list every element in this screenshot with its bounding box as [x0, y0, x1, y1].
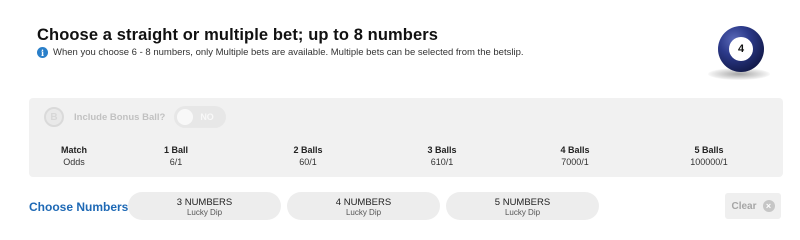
lottery-ball-icon: 4	[704, 24, 776, 84]
odds-panel: B Include Bonus Ball? NO Match Odds 1 Ba…	[29, 98, 783, 177]
odds-column-4-balls: 4 Balls 7000/1	[535, 145, 615, 167]
odds-head: 3 Balls	[427, 145, 457, 155]
odds-head: Match	[60, 145, 87, 155]
clear-button[interactable]: Clear ×	[725, 193, 781, 219]
odds-value: 7000/1	[561, 157, 589, 167]
odds-value: 60/1	[299, 157, 317, 167]
info-text: When you choose 6 - 8 numbers, only Mult…	[53, 47, 524, 58]
odds-column-2-balls: 2 Balls 60/1	[268, 145, 348, 167]
bonus-ball-label: Include Bonus Ball?	[74, 111, 166, 123]
odds-head: 4 Balls	[560, 145, 590, 155]
button-sub-label: Lucky Dip	[186, 208, 223, 217]
choose-numbers-label: Choose Numbers	[29, 200, 129, 214]
odds-column-1-ball: 1 Ball 6/1	[136, 145, 216, 167]
clear-label: Clear	[731, 200, 757, 212]
lucky-dip-4-numbers-button[interactable]: 4 NUMBERS Lucky Dip	[287, 192, 440, 220]
odds-value: 610/1	[430, 157, 454, 167]
toggle-text: NO	[200, 112, 214, 122]
odds-column-3-balls: 3 Balls 610/1	[402, 145, 482, 167]
bonus-ball-toggle[interactable]: NO	[174, 106, 227, 128]
odds-head: 1 Ball	[163, 145, 188, 155]
toggle-knob	[177, 109, 194, 125]
odds-head: 5 Balls	[694, 145, 724, 155]
info-icon: i	[37, 47, 48, 58]
ball-body: 4	[718, 26, 764, 72]
odds-value: Odds	[63, 157, 85, 167]
button-sub-label: Lucky Dip	[504, 208, 541, 217]
ball-number: 4	[729, 37, 753, 61]
odds-value: 6/1	[169, 157, 183, 167]
button-main-label: 4 NUMBERS	[335, 197, 392, 208]
bonus-ball-row: B Include Bonus Ball? NO	[44, 106, 227, 128]
odds-head: 2 Balls	[293, 145, 323, 155]
lucky-dip-5-numbers-button[interactable]: 5 NUMBERS Lucky Dip	[446, 192, 599, 220]
odds-column-match: Match Odds	[34, 145, 114, 167]
lucky-dip-3-numbers-button[interactable]: 3 NUMBERS Lucky Dip	[128, 192, 281, 220]
bonus-ball-icon: B	[44, 107, 64, 127]
button-main-label: 3 NUMBERS	[176, 197, 233, 208]
button-sub-label: Lucky Dip	[345, 208, 382, 217]
odds-value: 100000/1	[690, 157, 728, 167]
button-main-label: 5 NUMBERS	[494, 197, 551, 208]
info-row: i When you choose 6 - 8 numbers, only Mu…	[37, 47, 524, 58]
close-icon: ×	[762, 200, 775, 212]
page-title: Choose a straight or multiple bet; up to…	[37, 26, 439, 44]
odds-column-5-balls: 5 Balls 100000/1	[669, 145, 749, 167]
